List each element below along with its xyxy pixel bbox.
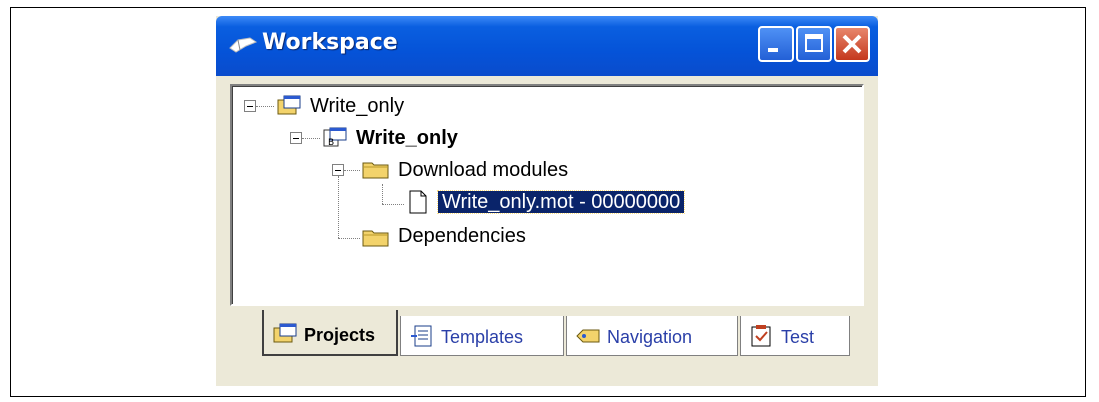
workspace-tabs: Projects Templates Navigation Test xyxy=(230,306,864,368)
tab-label: Navigation xyxy=(607,327,693,347)
tree-item-label: Write_only.mot - 00000000 xyxy=(436,190,686,214)
tree-connector xyxy=(344,170,360,171)
test-icon xyxy=(751,325,771,347)
navigation-icon xyxy=(576,329,600,343)
tree-item-label: Download modules xyxy=(398,159,569,181)
collapse-toggle[interactable] xyxy=(290,132,302,144)
tree-item-download-modules[interactable]: Download modules xyxy=(394,156,572,184)
tree-item-project[interactable]: Write_only xyxy=(352,124,462,152)
folder-icon xyxy=(362,230,389,247)
project-tree[interactable]: Write_only B Write_only Download modules xyxy=(230,84,864,306)
tree-connector xyxy=(382,184,383,204)
tree-item-label: Dependencies xyxy=(398,225,526,247)
tab-label: Test xyxy=(781,327,815,347)
projects-icon xyxy=(273,323,297,343)
tree-item-label: Write_only xyxy=(356,127,458,149)
tree-connector xyxy=(338,176,339,238)
minimize-button[interactable] xyxy=(758,26,794,62)
project-icon: B xyxy=(323,127,347,148)
tree-connector xyxy=(302,138,320,139)
minimize-icon xyxy=(768,48,778,52)
workspace-window: Workspace Write_only B Write_only Downlo… xyxy=(216,16,878,386)
close-button[interactable] xyxy=(834,26,870,62)
tab-projects[interactable]: Projects xyxy=(262,310,398,356)
tree-connector xyxy=(382,204,404,205)
file-icon xyxy=(409,190,427,214)
workspace-folder-icon xyxy=(277,95,301,115)
collapse-toggle[interactable] xyxy=(244,100,256,112)
tab-test[interactable]: Test xyxy=(740,316,850,356)
close-icon xyxy=(842,34,862,54)
collapse-toggle[interactable] xyxy=(332,164,344,176)
tab-navigation[interactable]: Navigation xyxy=(566,316,738,356)
svg-text:B: B xyxy=(328,138,334,148)
tab-label: Templates xyxy=(441,327,524,347)
window-title: Workspace xyxy=(262,30,398,55)
tab-templates[interactable]: Templates xyxy=(400,316,564,356)
tree-item-mot-file[interactable]: Write_only.mot - 00000000 xyxy=(436,188,686,216)
tree-item-workspace[interactable]: Write_only xyxy=(306,92,408,120)
tree-connector xyxy=(338,238,360,239)
tree-item-dependencies[interactable]: Dependencies xyxy=(394,222,530,250)
templates-icon xyxy=(411,325,432,347)
maximize-icon xyxy=(805,34,823,52)
tree-item-label: Write_only xyxy=(310,95,405,117)
tab-label: Projects xyxy=(304,325,376,345)
tree-connector xyxy=(256,106,274,107)
folder-icon xyxy=(362,162,389,179)
workspace-icon xyxy=(229,37,258,53)
maximize-button[interactable] xyxy=(796,26,832,62)
title-bar[interactable]: Workspace xyxy=(216,16,878,76)
